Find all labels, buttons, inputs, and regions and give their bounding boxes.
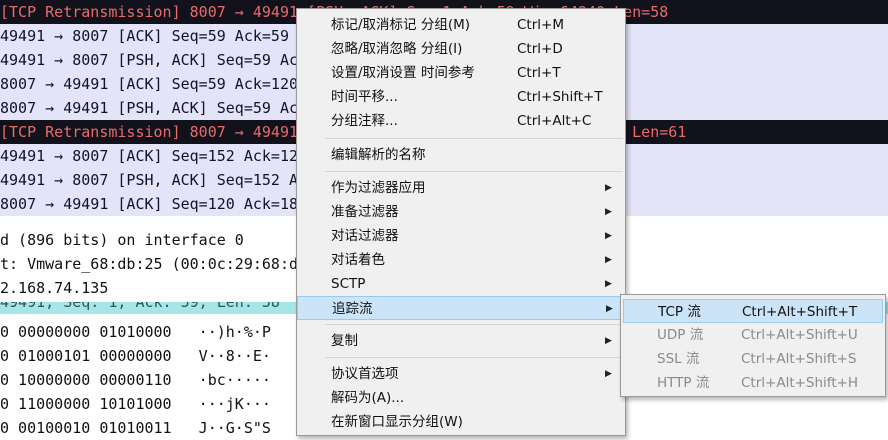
menu-separator [325, 357, 623, 358]
menu-item-protocol-preferences[interactable]: 协议首选项 ▶ [297, 362, 625, 386]
menu-item-conversation-filter[interactable]: 对话过滤器 ▶ [297, 224, 625, 248]
menu-item-edit-resolved-name[interactable]: 编辑解析的名称 [297, 143, 625, 167]
submenu-arrow-icon: ▶ [605, 279, 612, 289]
menu-item-packet-comment[interactable]: 分组注释... Ctrl+Alt+C [297, 109, 625, 133]
bytes-row: 0 00000000 01010000 ··)h·%·P [0, 323, 271, 341]
menu-item-copy[interactable]: 复制 ▶ [297, 329, 625, 353]
menu-separator [325, 138, 623, 139]
menu-item-follow-stream[interactable]: 追踪流 ▶ [297, 296, 625, 320]
submenu-arrow-icon: ▶ [605, 207, 612, 217]
submenu-arrow-icon: ▶ [605, 183, 612, 193]
submenu-arrow-icon: ▶ [605, 369, 612, 379]
menu-item-ignore-packet[interactable]: 忽略/取消忽略 分组(I) Ctrl+D [297, 37, 625, 61]
submenu-arrow-icon: ▶ [605, 336, 612, 346]
detail-row-frame[interactable]: d (896 bits) on interface 0 [0, 228, 244, 252]
menu-item-apply-as-filter[interactable]: 作为过滤器应用 ▶ [297, 176, 625, 200]
menu-separator [325, 171, 623, 172]
menu-item-decode-as[interactable]: 解码为(A)... [297, 386, 625, 410]
menu-item-show-packet-new-window[interactable]: 在新窗口显示分组(W) [297, 410, 625, 434]
bytes-row: 0 00100010 01010011 J··G·S"S [0, 419, 271, 437]
bytes-row: 0 01000101 00000000 V··8··E· [0, 347, 271, 365]
submenu-item-udp-stream[interactable]: UDP 流 Ctrl+Alt+Shift+U [623, 323, 883, 347]
menu-separator [325, 324, 623, 325]
menu-item-time-shift[interactable]: 时间平移... Ctrl+Shift+T [297, 85, 625, 109]
submenu-arrow-icon: ▶ [605, 255, 612, 265]
submenu-arrow-icon: ▶ [605, 231, 612, 241]
menu-item-time-reference[interactable]: 设置/取消设置 时间参考 Ctrl+T [297, 61, 625, 85]
bytes-row: 0 10000000 00000110 ·bc····· [0, 371, 271, 389]
menu-item-mark-packet[interactable]: 标记/取消标记 分组(M) Ctrl+M [297, 13, 625, 37]
menu-item-sctp[interactable]: SCTP ▶ [297, 272, 625, 296]
follow-stream-submenu: TCP 流 Ctrl+Alt+Shift+T UDP 流 Ctrl+Alt+Sh… [620, 294, 886, 397]
detail-row-ethernet[interactable]: t: Vmware_68:db:25 (00:0c:29:68:db:25) [0, 252, 343, 276]
submenu-arrow-icon: ▶ [606, 304, 613, 314]
detail-row-ip[interactable]: 2.168.74.135 [0, 276, 108, 300]
menu-item-prepare-filter[interactable]: 准备过滤器 ▶ [297, 200, 625, 224]
context-menu: 标记/取消标记 分组(M) Ctrl+M 忽略/取消忽略 分组(I) Ctrl+… [296, 8, 626, 436]
submenu-item-http-stream[interactable]: HTTP 流 Ctrl+Alt+Shift+H [623, 371, 883, 395]
selected-detail-text: 49491, Seq: 1, Ack: 59, Len: 58 [0, 302, 280, 311]
bytes-row: 0 11000000 10101000 ···jK··· [0, 395, 271, 413]
submenu-item-ssl-stream[interactable]: SSL 流 Ctrl+Alt+Shift+S [623, 347, 883, 371]
submenu-item-tcp-stream[interactable]: TCP 流 Ctrl+Alt+Shift+T [623, 299, 883, 323]
menu-item-colorize-conversation[interactable]: 对话着色 ▶ [297, 248, 625, 272]
